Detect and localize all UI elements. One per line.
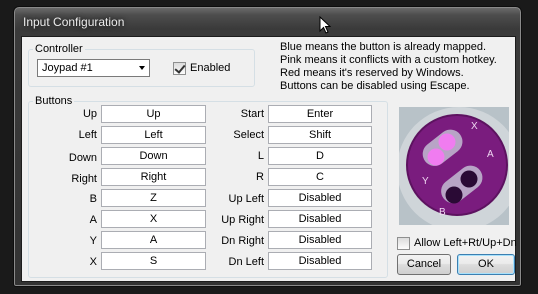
button-label-up: Up xyxy=(82,108,97,120)
binding-field-up-right[interactable]: Disabled xyxy=(268,210,372,228)
binding-field-r[interactable]: C xyxy=(268,168,372,186)
button-label-y: Y xyxy=(89,235,97,247)
button-label-up-right: Up Right xyxy=(221,214,264,226)
button-label-r: R xyxy=(256,171,264,183)
binding-field-y[interactable]: A xyxy=(101,231,206,249)
controller-illustration: X Y A B xyxy=(399,107,509,225)
pad-letter-x: X xyxy=(471,121,478,132)
button-label-start: Start xyxy=(240,108,264,120)
binding-field-l[interactable]: D xyxy=(268,147,372,165)
button-label-dn-left: Dn Left xyxy=(228,256,264,268)
binding-field-a[interactable]: X xyxy=(101,210,206,228)
info-line: Blue means the button is already mapped. xyxy=(280,41,487,53)
info-line: Red means it's reserved by Windows. xyxy=(280,67,464,79)
binding-field-up-left[interactable]: Disabled xyxy=(268,189,372,207)
dialog-window: Input Configuration Controller Joypad #1… xyxy=(13,6,522,287)
button-label-left: Left xyxy=(78,129,97,141)
mouse-cursor-icon xyxy=(319,16,331,34)
button-label-dn-right: Dn Right xyxy=(221,235,264,247)
controller-select-value: Joypad #1 xyxy=(42,62,93,74)
enabled-checkbox[interactable] xyxy=(173,62,186,75)
controller-select[interactable]: Joypad #1 xyxy=(37,59,150,77)
window-title: Input Configuration xyxy=(23,15,125,29)
binding-field-start[interactable]: Enter xyxy=(268,105,372,123)
button-label-up-left: Up Left xyxy=(228,193,264,205)
binding-field-dn-left[interactable]: Disabled xyxy=(268,252,372,270)
button-label-down: Down xyxy=(68,152,97,164)
pad-letter-a: A xyxy=(487,149,494,160)
binding-field-up[interactable]: Up xyxy=(101,105,206,123)
binding-field-dn-right[interactable]: Disabled xyxy=(268,231,372,249)
allow-diagonals-label[interactable]: Allow Left+Rt/Up+Dn xyxy=(414,237,517,249)
pad-letter-y: Y xyxy=(422,176,429,187)
enabled-label[interactable]: Enabled xyxy=(190,62,230,74)
binding-field-down[interactable]: Down xyxy=(101,147,206,165)
allow-diagonals-checkbox[interactable] xyxy=(397,237,410,250)
button-label-right: Right xyxy=(71,173,97,185)
binding-field-right[interactable]: Right xyxy=(101,168,206,186)
info-line: Buttons can be disabled using Escape. xyxy=(280,80,470,92)
controller-group-label: Controller xyxy=(35,43,83,55)
pad-letter-b: B xyxy=(439,207,446,218)
chevron-down-icon xyxy=(139,66,145,70)
binding-field-b[interactable]: Z xyxy=(101,189,206,207)
binding-field-x[interactable]: S xyxy=(101,252,206,270)
button-label-select: Select xyxy=(233,129,264,141)
ok-button[interactable]: OK xyxy=(457,254,515,275)
button-label-x: X xyxy=(89,256,97,268)
binding-field-select[interactable]: Shift xyxy=(268,126,372,144)
buttons-group-label: Buttons xyxy=(35,95,73,107)
cancel-button[interactable]: Cancel xyxy=(397,254,451,275)
snes-button-cluster-icon: X Y A B xyxy=(399,107,509,225)
dialog-client-area: Controller Joypad #1 Enabled Blue means … xyxy=(21,36,517,282)
button-label-a: A xyxy=(89,214,97,226)
binding-field-left[interactable]: Left xyxy=(101,126,206,144)
button-label-b: B xyxy=(89,193,97,205)
info-line: Pink means it conflicts with a custom ho… xyxy=(280,54,497,66)
button-label-l: L xyxy=(257,150,264,162)
